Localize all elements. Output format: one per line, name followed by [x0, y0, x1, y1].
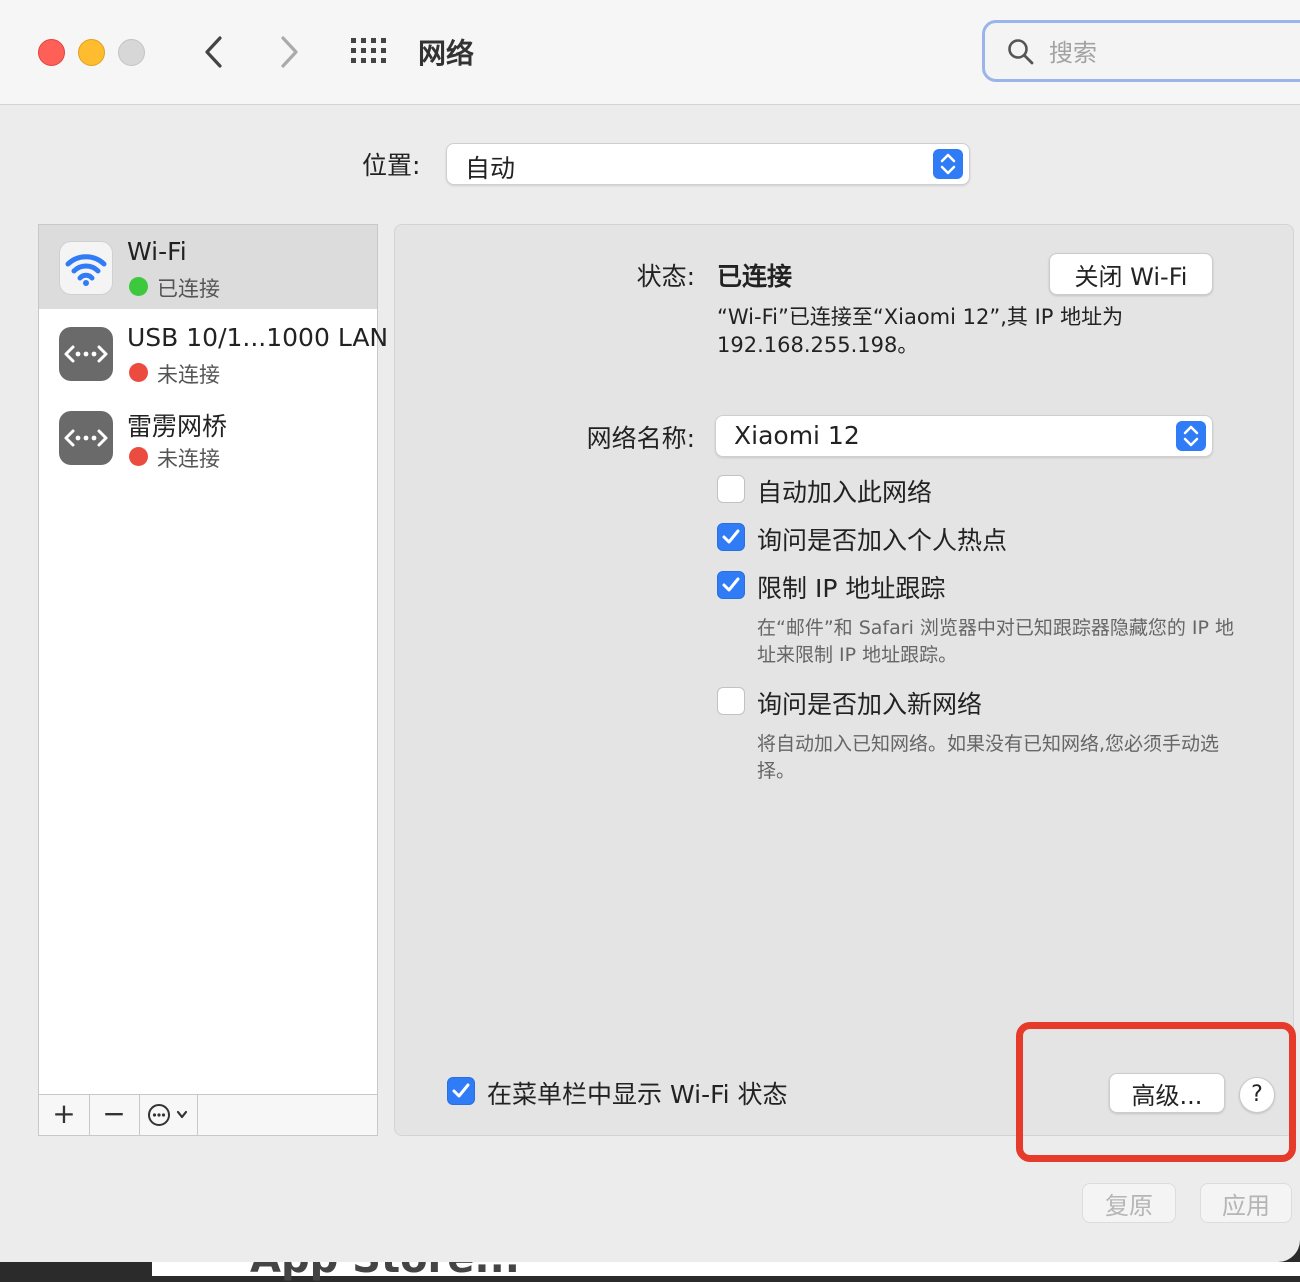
revert-button[interactable]: 复原	[1082, 1183, 1176, 1223]
status-dot	[129, 277, 148, 296]
annotation-highlight-box	[1016, 1022, 1296, 1162]
service-item-thunderbolt-bridge[interactable]: 雷雳网桥 未连接	[39, 395, 377, 479]
limit-ip-tracking-hint: 在“邮件”和 Safari 浏览器中对已知跟踪器隐藏您的 IP 地址来限制 IP…	[757, 617, 1235, 666]
ask-hotspot-label: 询问是否加入个人热点	[757, 526, 1008, 555]
status-dot	[129, 447, 148, 466]
service-item-wifi[interactable]: Wi-Fi 已连接	[39, 225, 377, 309]
network-preferences-window: 网络 位置: 自动	[0, 0, 1300, 1262]
ellipsis-circle-icon	[148, 1104, 188, 1126]
minimize-window-button[interactable]	[78, 39, 105, 66]
location-select-value: 自动	[465, 154, 516, 183]
network-name-value: Xiaomi 12	[734, 421, 860, 450]
turn-off-wifi-button[interactable]: 关闭 Wi-Fi	[1049, 253, 1213, 295]
service-list-toolbar: + −	[39, 1094, 377, 1135]
status-description: “Wi-Fi”已连接至“Xiaomi 12”,其 IP 地址为 192.168.…	[717, 305, 1124, 357]
add-service-button[interactable]: +	[39, 1095, 90, 1135]
ask-new-networks-label: 询问是否加入新网络	[757, 690, 983, 719]
ask-new-networks-hint: 将自动加入已知网络。如果没有已知网络,您必须手动选择。	[757, 733, 1220, 782]
search-input[interactable]	[1047, 35, 1291, 71]
service-status: 已连接	[157, 277, 220, 301]
service-name: Wi-Fi	[127, 237, 187, 266]
search-field[interactable]	[982, 20, 1300, 82]
service-item-usb-lan[interactable]: USB 10/1...1000 LAN 未连接	[39, 311, 388, 395]
service-name: 雷雳网桥	[127, 412, 228, 441]
status-label: 状态:	[636, 262, 695, 291]
back-chevron-icon[interactable]	[200, 30, 228, 74]
ask-new-networks-checkbox[interactable]	[717, 687, 745, 715]
ethernet-icon	[59, 411, 113, 465]
network-stepper-icon	[1176, 421, 1206, 451]
checkmark-icon	[452, 1083, 470, 1098]
close-window-button[interactable]	[38, 39, 65, 66]
location-stepper-icon	[933, 149, 963, 179]
checkmark-icon	[722, 529, 740, 544]
limit-ip-tracking-checkbox[interactable]	[717, 571, 745, 599]
forward-chevron-icon[interactable]	[275, 30, 303, 74]
apply-button[interactable]: 应用	[1200, 1183, 1292, 1223]
auto-join-label: 自动加入此网络	[757, 478, 933, 507]
window-title: 网络	[418, 37, 475, 70]
service-status: 未连接	[157, 363, 220, 387]
show-all-grid-icon[interactable]	[350, 37, 388, 65]
show-in-menubar-label: 在菜单栏中显示 Wi-Fi 状态	[487, 1080, 788, 1109]
wifi-icon	[59, 241, 113, 295]
zoom-window-button[interactable]	[118, 39, 145, 66]
checkmark-icon	[722, 577, 740, 592]
service-name: USB 10/1...1000 LAN	[127, 323, 389, 352]
auto-join-checkbox[interactable]	[717, 475, 745, 503]
service-status: 未连接	[157, 447, 220, 471]
service-list: Wi-Fi 已连接 USB 10/1...1000 LAN 未连接 雷雳网桥 未…	[38, 224, 388, 1136]
ethernet-icon	[59, 327, 113, 381]
wifi-detail-panel: 状态: 已连接 关闭 Wi-Fi “Wi-Fi”已连接至“Xiaomi 12”,…	[394, 224, 1294, 1136]
ask-hotspot-checkbox[interactable]	[717, 523, 745, 551]
status-value: 已连接	[717, 262, 793, 291]
network-name-select[interactable]: Xiaomi 12	[715, 415, 1213, 457]
network-name-label: 网络名称:	[586, 424, 695, 453]
status-dot	[129, 363, 148, 382]
title-bar: 网络	[0, 0, 1300, 105]
remove-service-button[interactable]: −	[89, 1095, 140, 1135]
action-menu-button[interactable]	[139, 1095, 198, 1135]
show-in-menubar-checkbox[interactable]	[447, 1077, 475, 1105]
location-select[interactable]: 自动	[446, 143, 970, 185]
limit-ip-tracking-label: 限制 IP 地址跟踪	[757, 574, 946, 603]
search-icon	[1008, 39, 1034, 65]
location-label: 位置:	[362, 151, 421, 180]
